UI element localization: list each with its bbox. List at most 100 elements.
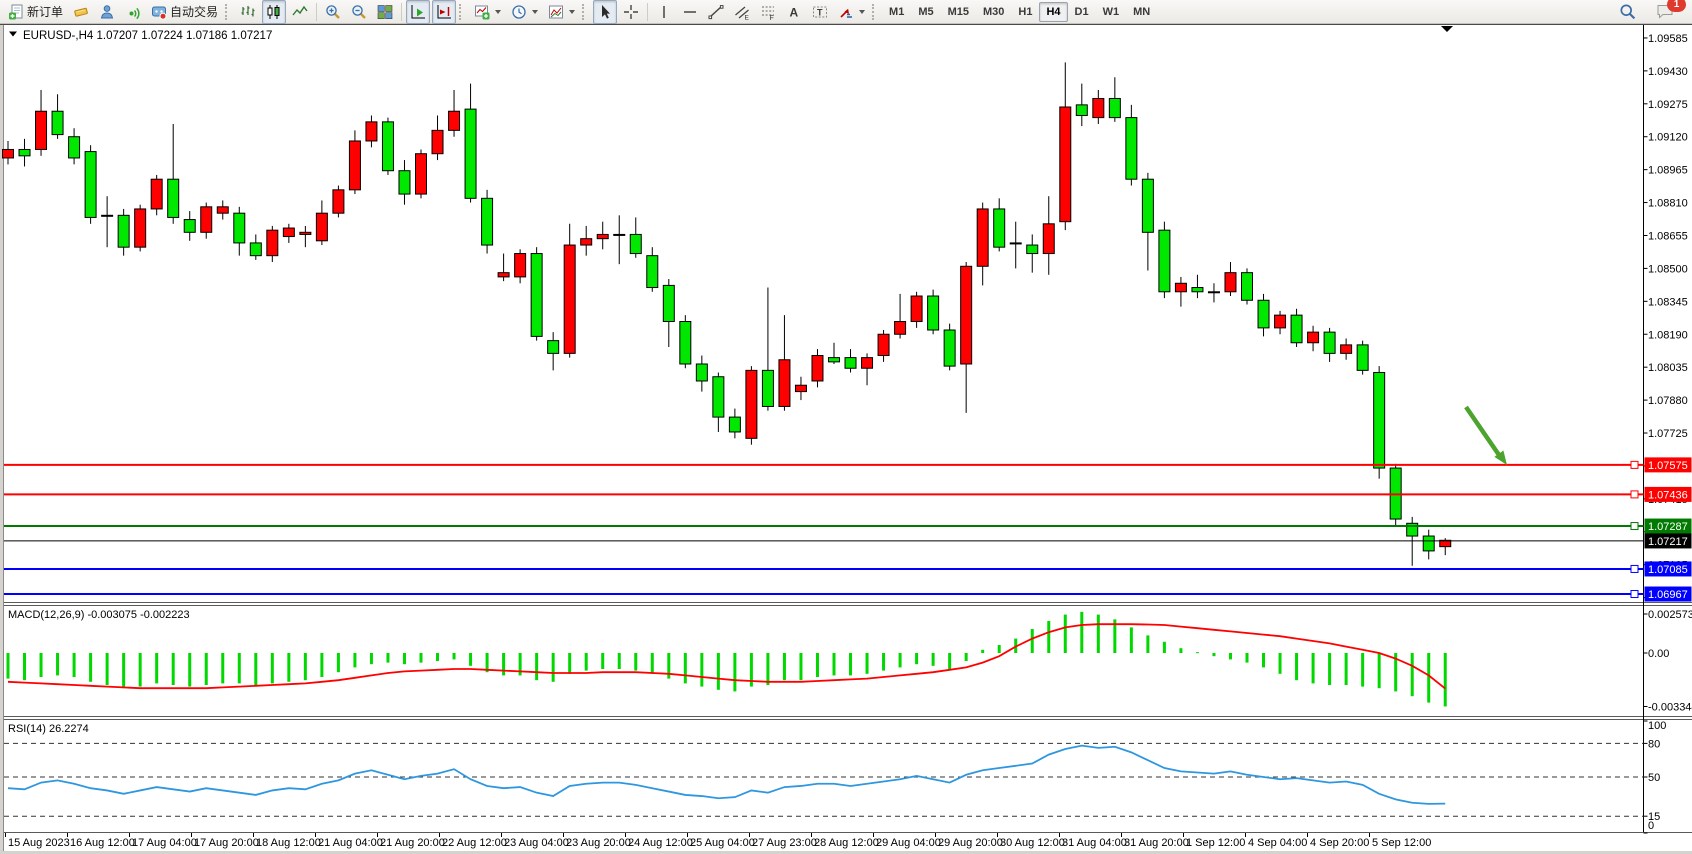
price-tick-label: 1.08035 <box>1648 362 1688 374</box>
auto-scroll-button[interactable] <box>406 0 430 24</box>
crosshair-button[interactable] <box>619 0 643 24</box>
candle-body <box>1225 273 1236 292</box>
timeframe-h4[interactable]: H4 <box>1039 2 1067 22</box>
candle-body <box>762 370 773 406</box>
line-chart-button[interactable] <box>288 0 312 24</box>
dropdown-caret-icon <box>859 10 865 14</box>
candle-body <box>1308 332 1319 343</box>
macd-bar <box>651 653 654 674</box>
person-icon <box>99 4 115 20</box>
time-tick-label: 1 Sep 12:00 <box>1186 837 1245 849</box>
macd-bar <box>932 653 935 666</box>
crosshair-icon <box>623 4 639 20</box>
time-tick-label: 23 Aug 20:00 <box>566 837 631 849</box>
candle-body <box>1043 224 1054 254</box>
zoom-in-button[interactable] <box>321 0 345 24</box>
hline-handle <box>1631 491 1638 498</box>
equidistant-channel-button[interactable]: E <box>730 0 754 24</box>
search-button[interactable] <box>1615 0 1640 24</box>
signals-button[interactable] <box>121 0 145 24</box>
text-label-icon: T <box>812 4 828 20</box>
tile-windows-button[interactable] <box>373 0 397 24</box>
timeframe-m30[interactable]: M30 <box>976 2 1011 22</box>
time-tick-label: 4 Sep 20:00 <box>1310 837 1369 849</box>
timeframe-w1[interactable]: W1 <box>1096 2 1127 22</box>
indicators-icon <box>548 4 564 20</box>
time-tick-label: 25 Aug 04:00 <box>690 837 755 849</box>
candle-body <box>1076 105 1087 116</box>
symbol-info: EURUSD-,H4 1.07207 1.07224 1.07186 1.072… <box>9 30 272 42</box>
vertical-line-button[interactable] <box>652 0 676 24</box>
cursor-button[interactable] <box>593 0 617 24</box>
macd-axis-label: -0.003344 <box>1648 702 1692 714</box>
price-tag-1.07436: 1.07436 <box>1645 487 1692 502</box>
timeframe-m5[interactable]: M5 <box>911 2 940 22</box>
candle-body <box>548 341 559 354</box>
candle-body <box>416 154 427 194</box>
profiles-button[interactable] <box>507 0 542 24</box>
timeframe-mn[interactable]: MN <box>1126 2 1157 22</box>
market-button[interactable] <box>69 0 93 24</box>
rsi-axis-label: 0 <box>1648 820 1654 832</box>
horizontal-line-button[interactable] <box>678 0 702 24</box>
zoom-out-button[interactable] <box>347 0 371 24</box>
indicators-button[interactable] <box>544 0 579 24</box>
macd-axis-label: 0.002573 <box>1648 609 1692 621</box>
candles-icon <box>266 4 282 20</box>
macd-bar <box>386 653 389 663</box>
candle-body <box>696 364 707 381</box>
macd-bar <box>304 653 307 680</box>
price-tick-label: 1.08965 <box>1648 165 1688 177</box>
tile-icon <box>377 4 393 20</box>
timeframe-m1[interactable]: M1 <box>882 2 911 22</box>
bars-icon <box>240 4 256 20</box>
price-tag-1.07217: 1.07217 <box>1645 533 1692 548</box>
zoom-in-icon <box>325 4 341 20</box>
trendline-button[interactable] <box>704 0 728 24</box>
new-order-button[interactable]: 新订单 <box>4 0 67 24</box>
rsi-axis-label: 100 <box>1648 720 1666 732</box>
candle-body <box>812 355 823 380</box>
macd-bar <box>1146 635 1149 653</box>
arrows-button[interactable] <box>834 0 869 24</box>
macd-bar <box>700 653 703 687</box>
macd-bar <box>618 653 621 669</box>
fibonacci-button[interactable]: F <box>756 0 780 24</box>
candlestick-chart-button[interactable] <box>262 0 286 24</box>
macd-bar <box>370 653 373 664</box>
candle-body <box>1126 118 1137 180</box>
price-tag-1.07287: 1.07287 <box>1645 519 1692 534</box>
bar-chart-button[interactable] <box>236 0 260 24</box>
text-label-button[interactable]: T <box>808 0 832 24</box>
text-button[interactable]: A <box>782 0 806 24</box>
time-tick-label: 5 Sep 12:00 <box>1372 837 1431 849</box>
price-tick-label: 1.08655 <box>1648 230 1688 242</box>
dropdown-caret-icon <box>569 10 575 14</box>
candle-body <box>1324 332 1335 353</box>
notifications-button[interactable]: 1 <box>1652 0 1678 24</box>
timeframe-m15[interactable]: M15 <box>941 2 976 22</box>
candle-body <box>19 149 30 155</box>
candle-body <box>234 213 245 243</box>
auto-scroll-icon <box>410 4 426 20</box>
timeframe-d1[interactable]: D1 <box>1068 2 1096 22</box>
mql5-community-button[interactable] <box>95 0 119 24</box>
macd-bar <box>89 653 92 682</box>
notification-badge: 1 <box>1667 0 1686 12</box>
timeframe-h1[interactable]: H1 <box>1011 2 1039 22</box>
chart-shift-button[interactable] <box>432 0 456 24</box>
gold-icon <box>73 4 89 20</box>
autotrading-button[interactable]: 自动交易 <box>147 0 222 24</box>
candle-body <box>746 370 757 438</box>
time-tick-label: 23 Aug 04:00 <box>504 837 569 849</box>
macd-bar <box>585 653 588 671</box>
candle-body <box>1208 292 1219 293</box>
candle-body <box>845 358 856 369</box>
hline-handle <box>1631 461 1638 468</box>
new-chart-button[interactable] <box>470 0 505 24</box>
candle-body <box>1242 273 1253 301</box>
svg-text:1.07287: 1.07287 <box>1648 521 1688 533</box>
candle-body <box>366 122 377 141</box>
macd-bar <box>1031 629 1034 653</box>
price-tag-1.06967: 1.06967 <box>1645 587 1692 602</box>
